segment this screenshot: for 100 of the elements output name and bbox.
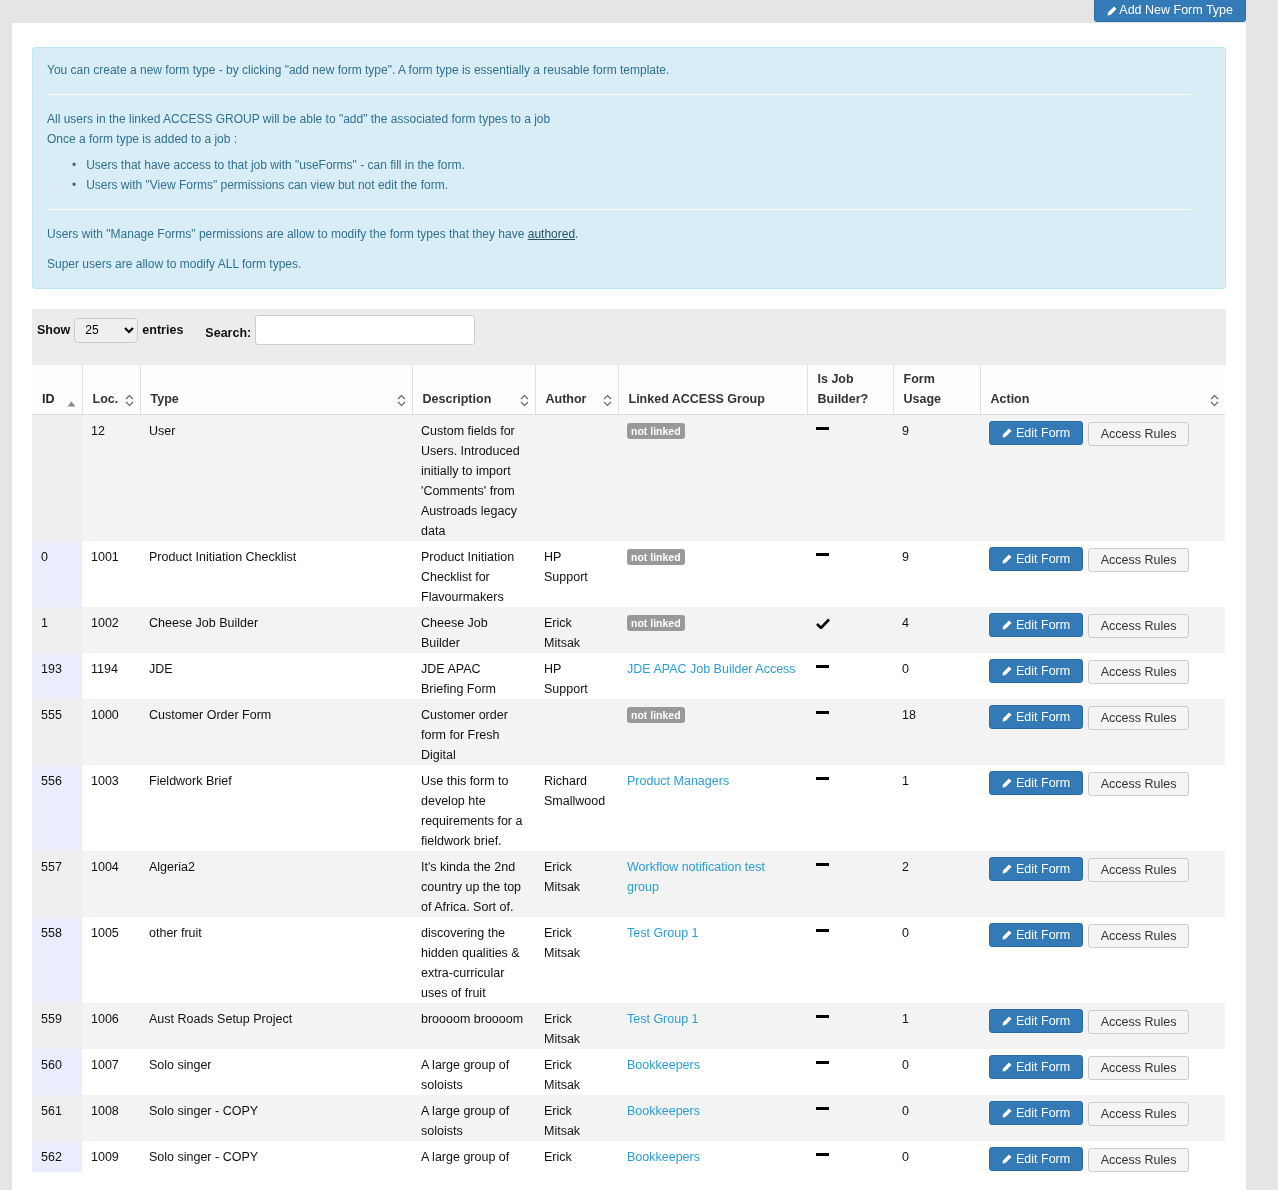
type-cell: Fieldwork Brief [140, 765, 412, 851]
not-linked-badge: not linked [627, 423, 685, 439]
edit-form-button[interactable]: Edit Form [989, 1147, 1084, 1171]
page-size-select[interactable]: 25 [74, 317, 139, 343]
location-cell: 1194 [82, 653, 140, 699]
author-cell: Erick Mitsak [535, 1049, 618, 1095]
id-cell: 555 [32, 699, 82, 765]
access-rules-button[interactable]: Access Rules [1087, 1102, 1190, 1126]
edit-form-button[interactable]: Edit Form [989, 771, 1084, 795]
pencil-icon [1002, 712, 1012, 722]
author-cell: HP Support [535, 653, 618, 699]
column-header[interactable]: Author [535, 365, 618, 415]
location-cell: 1004 [82, 851, 140, 917]
edit-form-button[interactable]: Edit Form [989, 705, 1084, 729]
bullet-item: Users that have access to that job with "useForms" - can fill in the form. [86, 157, 465, 174]
location-cell: 12 [82, 414, 140, 541]
usage-cell: 0 [893, 1095, 980, 1141]
location-cell: 1008 [82, 1095, 140, 1141]
edit-form-button[interactable]: Edit Form [989, 1055, 1084, 1079]
column-header[interactable]: Linked ACCESS Group [618, 365, 807, 415]
id-cell: 561 [32, 1095, 82, 1141]
pencil-icon [1002, 620, 1012, 630]
description-cell: A large group of soloists [412, 1049, 535, 1095]
usage-cell: 0 [893, 653, 980, 699]
add-form-type-button[interactable]: Add New Form Type [1093, 0, 1246, 22]
pencil-icon [1002, 1016, 1012, 1026]
access-rules-button[interactable]: Access Rules [1087, 924, 1190, 948]
usage-cell: 1 [893, 1003, 980, 1049]
edit-form-button[interactable]: Edit Form [989, 923, 1084, 947]
edit-form-button[interactable]: Edit Form [989, 421, 1084, 445]
access-rules-button[interactable]: Access Rules [1087, 772, 1190, 796]
author-cell: Erick Mitsak [535, 1095, 618, 1141]
type-cell: Algeria2 [140, 851, 412, 917]
type-cell: Solo singer - COPY [140, 1095, 412, 1141]
bullet-marker: • [72, 157, 77, 174]
id-cell: 559 [32, 1003, 82, 1049]
edit-form-button[interactable]: Edit Form [989, 1009, 1084, 1033]
id-cell: 562 [32, 1141, 82, 1172]
access-rules-button[interactable]: Access Rules [1087, 1010, 1190, 1034]
location-cell: 1000 [82, 699, 140, 765]
pencil-icon [1002, 930, 1012, 940]
description-cell: A large group of soloists [412, 1095, 535, 1141]
type-cell: User [140, 414, 412, 541]
pencil-icon [1002, 428, 1012, 438]
id-cell: 556 [32, 765, 82, 851]
access-rules-button[interactable]: Access Rules [1087, 706, 1190, 730]
access-rules-button[interactable]: Access Rules [1087, 858, 1190, 882]
id-cell: 0 [32, 541, 82, 607]
edit-form-button[interactable]: Edit Form [989, 1101, 1084, 1125]
access-rules-button[interactable]: Access Rules [1087, 1148, 1190, 1172]
search-field[interactable] [255, 315, 476, 345]
info-text: All users in the linked ACCESS GROUP will be able to "add" the associated form types to a job [47, 111, 552, 128]
edit-form-button[interactable]: Edit Form [989, 857, 1084, 881]
usage-cell: 9 [893, 541, 980, 607]
type-cell: Solo singer [140, 1049, 412, 1095]
column-header[interactable]: Type [140, 365, 412, 415]
description-cell: Use this form to develop hte requirements for a fieldwork brief. [412, 765, 535, 851]
edit-form-button[interactable]: Edit Form [989, 613, 1084, 637]
usage-cell: 0 [893, 917, 980, 1003]
usage-cell: 9 [893, 414, 980, 541]
type-cell: Customer Order Form [140, 699, 412, 765]
type-cell: JDE [140, 653, 412, 699]
bullet-item: Users with "View Forms" permissions can view but not edit the form. [86, 177, 448, 194]
edit-form-button[interactable]: Edit Form [989, 547, 1084, 571]
type-cell: Cheese Job Builder [140, 607, 412, 653]
info-text: Users with "Manage Forms" permissions are allow to modify the form types that they have authored. [47, 226, 580, 243]
id-cell: 560 [32, 1049, 82, 1095]
info-text: Once a form type is added to a job : [47, 131, 239, 148]
bullet-marker: • [72, 177, 77, 194]
access-rules-button[interactable]: Access Rules [1087, 1056, 1190, 1080]
column-header[interactable]: Action [980, 365, 1225, 415]
column-header[interactable]: Loc. [82, 365, 140, 415]
usage-cell: 2 [893, 851, 980, 917]
type-cell: other fruit [140, 917, 412, 1003]
pencil-icon [1002, 554, 1012, 564]
usage-cell: 18 [893, 699, 980, 765]
show-label: Show [37, 321, 71, 339]
pencil-icon [1002, 1062, 1012, 1072]
type-cell: Product Initiation Checklist [140, 541, 412, 607]
access-rules-button[interactable]: Access Rules [1087, 548, 1190, 572]
location-cell: 1005 [82, 917, 140, 1003]
column-header[interactable]: Is Job Builder? [807, 365, 893, 415]
location-cell: 1007 [82, 1049, 140, 1095]
access-rules-button[interactable]: Access Rules [1087, 660, 1190, 684]
access-rules-button[interactable]: Access Rules [1087, 422, 1190, 446]
location-cell: 1002 [82, 607, 140, 653]
description-cell: broooom broooom [412, 1003, 535, 1049]
pencil-icon [1002, 666, 1012, 676]
column-header[interactable]: Form Usage [893, 365, 980, 415]
location-cell: 1001 [82, 541, 140, 607]
column-header[interactable]: ID [32, 365, 82, 415]
author-cell: Erick Mitsak [535, 917, 618, 1003]
author-cell: Erick Mitsak [535, 1003, 618, 1049]
info-text: You can create a new form type - by clicking "add new form type". A form type is essentially a reusable form template. [47, 62, 671, 79]
description-cell: Cheese Job Builder [412, 607, 535, 653]
author-cell: Erick Mitsak [535, 607, 618, 653]
location-cell: 1006 [82, 1003, 140, 1049]
access-rules-button[interactable]: Access Rules [1087, 614, 1190, 638]
edit-form-button[interactable]: Edit Form [989, 659, 1084, 683]
column-header[interactable]: Description [412, 365, 535, 415]
